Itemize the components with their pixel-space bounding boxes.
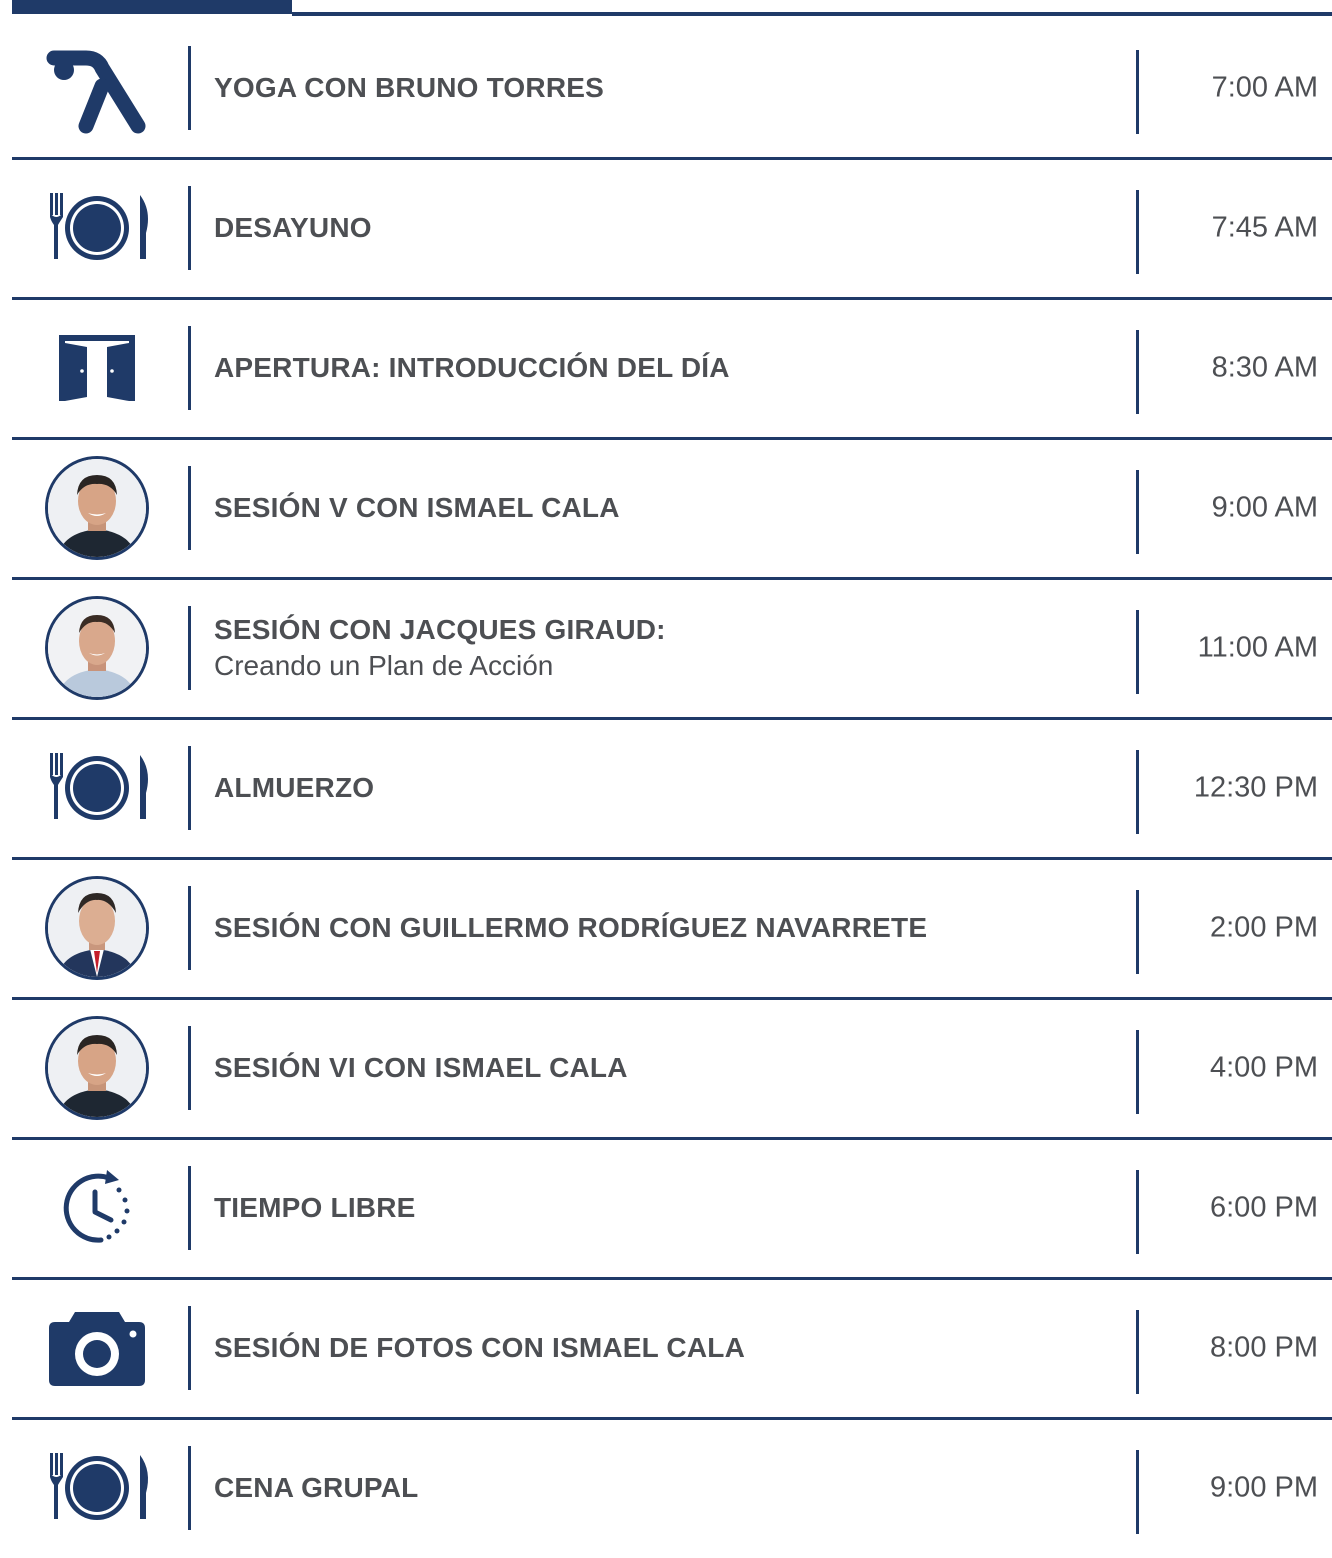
event-title: SESIÓN DE FOTOS CON ISMAEL CALA <box>214 1332 745 1363</box>
speaker-avatar-ismael-cala <box>45 1016 149 1120</box>
event-title: SESIÓN CON JACQUES GIRAUD: <box>214 614 666 645</box>
dining-plate-icon <box>42 733 152 843</box>
top-accent-thin <box>292 12 1332 16</box>
event-time: 2:00 PM <box>1210 911 1318 944</box>
speaker-avatar-jacques-giraud <box>45 596 149 700</box>
open-door-icon <box>42 313 152 423</box>
event-time: 8:00 PM <box>1210 1331 1318 1364</box>
event-text: TIEMPO LIBRE <box>214 1192 416 1224</box>
yoga-icon <box>42 33 152 143</box>
event-title: TIEMPO LIBRE <box>214 1192 416 1223</box>
left-divider <box>188 1446 191 1530</box>
right-divider <box>1136 190 1139 274</box>
left-divider <box>188 1306 191 1390</box>
left-divider <box>188 1166 191 1250</box>
right-divider <box>1136 470 1139 554</box>
schedule-row: APERTURA: INTRODUCCIÓN DEL DÍA 8:30 AM <box>12 298 1332 440</box>
event-subtitle: Creando un Plan de Acción <box>214 650 554 681</box>
event-text: SESIÓN CON JACQUES GIRAUD: Creando un Pl… <box>214 614 666 682</box>
schedule-row: TIEMPO LIBRE 6:00 PM <box>12 1138 1332 1280</box>
event-time: 9:00 AM <box>1211 491 1318 524</box>
event-text: APERTURA: INTRODUCCIÓN DEL DÍA <box>214 352 730 384</box>
event-text: CENA GRUPAL <box>214 1472 418 1504</box>
event-time: 11:00 AM <box>1197 631 1318 664</box>
right-divider <box>1136 50 1139 134</box>
event-time: 8:30 AM <box>1211 351 1318 384</box>
event-time: 12:30 PM <box>1193 771 1318 804</box>
event-time: 4:00 PM <box>1210 1051 1318 1084</box>
camera-icon <box>42 1293 152 1403</box>
left-divider <box>188 746 191 830</box>
event-time: 9:00 PM <box>1210 1471 1318 1504</box>
right-divider <box>1136 1030 1139 1114</box>
schedule-row: SESIÓN CON JACQUES GIRAUD: Creando un Pl… <box>12 578 1332 720</box>
top-accent-thick <box>12 0 292 14</box>
left-divider <box>188 326 191 410</box>
event-title: SESIÓN V CON ISMAEL CALA <box>214 492 620 523</box>
event-title: CENA GRUPAL <box>214 1472 419 1503</box>
right-divider <box>1136 1170 1139 1254</box>
event-title: SESIÓN CON GUILLERMO RODRÍGUEZ NAVARRETE <box>214 912 928 943</box>
speaker-avatar-ismael-cala <box>45 456 149 560</box>
right-divider <box>1136 610 1139 694</box>
speaker-avatar-guillermo-rodriguez <box>45 876 149 980</box>
event-time: 6:00 PM <box>1210 1191 1318 1224</box>
dining-plate-icon <box>42 1433 152 1543</box>
schedule-row: ALMUERZO 12:30 PM <box>12 718 1332 860</box>
event-text: ALMUERZO <box>214 772 374 804</box>
event-title: YOGA CON BRUNO TORRES <box>214 72 605 103</box>
event-time: 7:00 AM <box>1211 71 1318 104</box>
event-text: DESAYUNO <box>214 212 372 244</box>
event-title: SESIÓN VI CON ISMAEL CALA <box>214 1052 628 1083</box>
clock-free-time-icon <box>42 1153 152 1263</box>
right-divider <box>1136 890 1139 974</box>
event-text: SESIÓN CON GUILLERMO RODRÍGUEZ NAVARRETE <box>214 912 927 944</box>
left-divider <box>188 466 191 550</box>
event-title: ALMUERZO <box>214 772 375 803</box>
event-text: SESIÓN V CON ISMAEL CALA <box>214 492 620 524</box>
schedule-row: YOGA CON BRUNO TORRES 7:00 AM <box>12 18 1332 160</box>
schedule-row: CENA GRUPAL 9:00 PM <box>12 1418 1332 1558</box>
right-divider <box>1136 1450 1139 1534</box>
right-divider <box>1136 330 1139 414</box>
left-divider <box>188 886 191 970</box>
right-divider <box>1136 1310 1139 1394</box>
event-text: SESIÓN VI CON ISMAEL CALA <box>214 1052 628 1084</box>
schedule-row: SESIÓN DE FOTOS CON ISMAEL CALA 8:00 PM <box>12 1278 1332 1420</box>
left-divider <box>188 606 191 690</box>
event-title: APERTURA: INTRODUCCIÓN DEL DÍA <box>214 352 730 383</box>
left-divider <box>188 1026 191 1110</box>
event-title: DESAYUNO <box>214 212 372 243</box>
schedule-row: SESIÓN VI CON ISMAEL CALA 4:00 PM <box>12 998 1332 1140</box>
schedule-row: SESIÓN V CON ISMAEL CALA 9:00 AM <box>12 438 1332 580</box>
left-divider <box>188 186 191 270</box>
event-text: YOGA CON BRUNO TORRES <box>214 72 604 104</box>
event-text: SESIÓN DE FOTOS CON ISMAEL CALA <box>214 1332 745 1364</box>
top-accent-bar <box>12 0 1332 18</box>
schedule-row: SESIÓN CON GUILLERMO RODRÍGUEZ NAVARRETE… <box>12 858 1332 1000</box>
right-divider <box>1136 750 1139 834</box>
schedule-row: DESAYUNO 7:45 AM <box>12 158 1332 300</box>
event-time: 7:45 AM <box>1211 211 1318 244</box>
left-divider <box>188 46 191 130</box>
dining-plate-icon <box>42 173 152 283</box>
